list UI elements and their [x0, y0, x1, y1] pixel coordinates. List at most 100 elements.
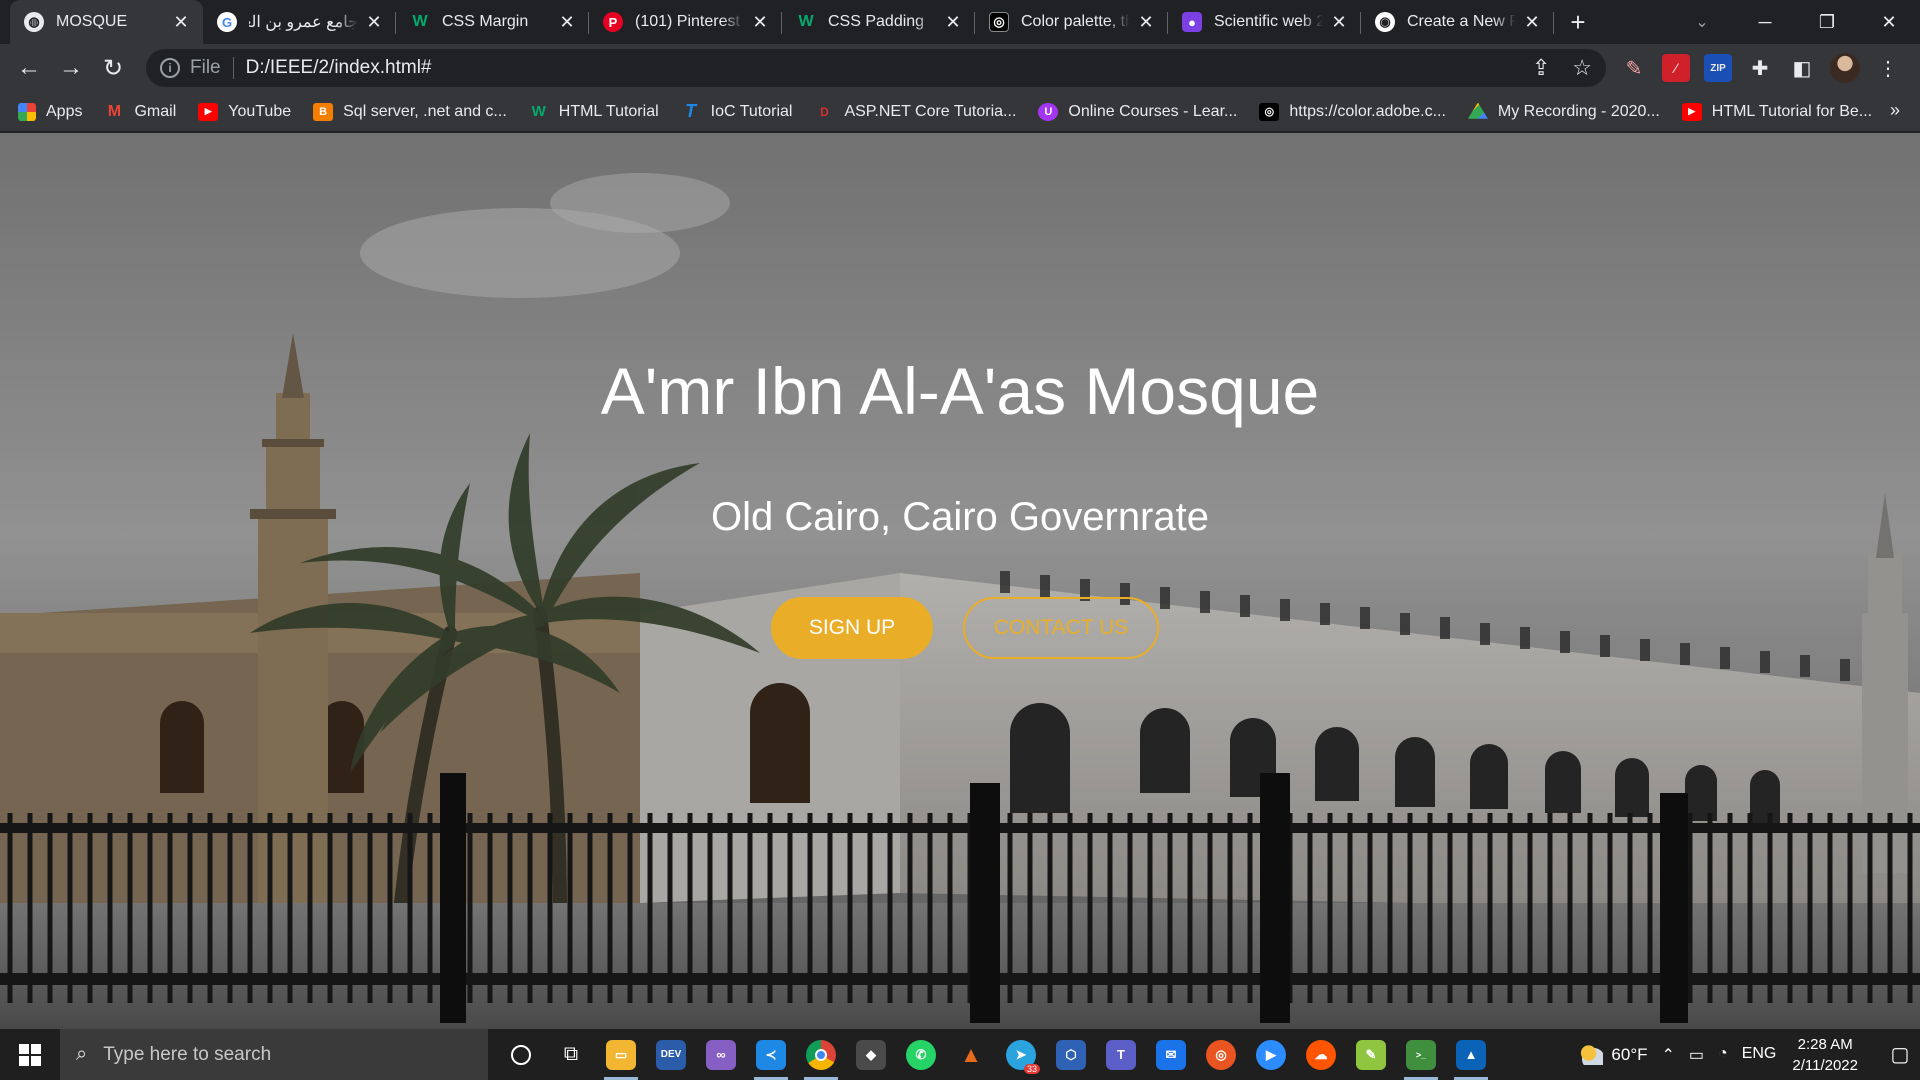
tutorialsteacher-icon: T: [685, 101, 697, 121]
minimize-icon[interactable]: ─: [1734, 0, 1796, 44]
visual-studio-icon[interactable]: ∞: [696, 1029, 746, 1080]
windows-start-icon[interactable]: [0, 1029, 60, 1080]
close-icon[interactable]: ✕: [1522, 12, 1542, 33]
bookmark-html-tutorial[interactable]: W HTML Tutorial: [529, 103, 659, 121]
close-icon[interactable]: ✕: [750, 12, 770, 33]
zoom-icon[interactable]: ▶: [1246, 1029, 1296, 1080]
bookmark-gmail[interactable]: M Gmail: [104, 103, 176, 121]
adobe-color-icon: ◎: [989, 12, 1009, 32]
mail-icon[interactable]: ✉: [1146, 1029, 1196, 1080]
close-icon[interactable]: ✕: [1329, 12, 1349, 33]
photos-icon[interactable]: ▲: [1446, 1029, 1496, 1080]
ubuntu-icon[interactable]: ◎: [1196, 1029, 1246, 1080]
bookmark-aspnet-core[interactable]: D ASP.NET Core Tutoria...: [814, 103, 1016, 121]
web-page-viewport: A'mr Ibn Al-A'as Mosque Old Cairo, Cairo…: [0, 133, 1920, 1029]
matlab-icon[interactable]: ▲: [946, 1029, 996, 1080]
reload-icon[interactable]: ↻: [92, 47, 134, 89]
zip-extension-icon[interactable]: ZIP: [1704, 54, 1732, 82]
notepad-plus-icon[interactable]: ✎: [1346, 1029, 1396, 1080]
bookmarks-overflow-icon[interactable]: »: [1890, 100, 1900, 121]
bookmark-online-courses[interactable]: U Online Courses - Lear...: [1038, 102, 1238, 121]
contact-us-button[interactable]: CONTACT US: [963, 597, 1159, 659]
eyedropper-extension-icon[interactable]: ✎: [1620, 54, 1648, 82]
tab-github-new-repo[interactable]: ◉ Create a New Repository ✕: [1361, 0, 1554, 44]
devcpp-icon[interactable]: DEV: [646, 1029, 696, 1080]
battery-icon[interactable]: ▭: [1689, 1045, 1704, 1065]
tab-color-palette[interactable]: ◎ Color palette, theme ✕: [975, 0, 1168, 44]
tab-google-search[interactable]: G جامع عمرو بن العاص ✕: [203, 0, 396, 44]
partly-cloudy-icon: [1579, 1044, 1604, 1065]
tab-scientific-web[interactable]: ● Scientific web 2022 ✕: [1168, 0, 1361, 44]
virtualbox-icon[interactable]: ⬡: [1046, 1029, 1096, 1080]
tab-css-margin[interactable]: W CSS Margin ✕: [396, 0, 589, 44]
task-view-icon[interactable]: ⧉: [546, 1029, 596, 1080]
inkscape-icon[interactable]: ◆: [846, 1029, 896, 1080]
bookmark-label: Apps: [46, 102, 83, 120]
bookmark-label: Online Courses - Lear...: [1068, 102, 1238, 120]
weather-widget[interactable]: 60°F: [1579, 1044, 1648, 1065]
forward-icon[interactable]: →: [50, 47, 92, 89]
restore-icon[interactable]: ❐: [1796, 0, 1858, 44]
close-icon[interactable]: ✕: [943, 12, 963, 33]
apps-grid-icon: [18, 102, 36, 121]
bookmark-label: YouTube: [228, 102, 292, 120]
back-icon[interactable]: ←: [8, 47, 50, 89]
chevron-up-icon[interactable]: ⌃: [1662, 1045, 1675, 1065]
notification-center-icon[interactable]: ▢: [1880, 1042, 1920, 1067]
adobe-color-icon: ◎: [1259, 102, 1280, 121]
bookmark-youtube[interactable]: ▶ YouTube: [198, 102, 292, 121]
bookmark-sql-server[interactable]: B Sql server, .net and c...: [313, 102, 507, 121]
new-tab-button[interactable]: +: [1558, 0, 1598, 44]
w3schools-icon: W: [412, 13, 428, 30]
terminal-icon[interactable]: >_: [1396, 1029, 1446, 1080]
url-text[interactable]: D:/IEEE/2/index.html#: [246, 57, 432, 79]
clock[interactable]: 2:28 AM 2/11/2022: [1792, 1034, 1858, 1076]
cortana-icon[interactable]: [496, 1029, 546, 1080]
soundcloud-icon[interactable]: ☁: [1296, 1029, 1346, 1080]
info-icon[interactable]: i: [160, 58, 180, 78]
close-icon[interactable]: ✕: [171, 12, 191, 33]
tab-title: Create a New Repository: [1407, 13, 1516, 30]
sign-up-button[interactable]: SIGN UP: [771, 597, 933, 659]
bookmark-html-tutorial-beginners[interactable]: ▶ HTML Tutorial for Be...: [1681, 102, 1872, 121]
vscode-icon[interactable]: ≺: [746, 1029, 796, 1080]
browser-toolbar: ← → ↻ i File D:/IEEE/2/index.html# ⇪ ☆ ✎…: [0, 44, 1920, 92]
side-panel-icon[interactable]: ◧: [1788, 54, 1816, 82]
colorzilla-extension-icon[interactable]: ⁄: [1662, 54, 1690, 82]
gmail-icon: M: [107, 102, 122, 120]
tab-search-icon[interactable]: ⌄: [1679, 0, 1725, 44]
whatsapp-icon[interactable]: ✆: [896, 1029, 946, 1080]
wifi-icon[interactable]: ◔: [1718, 1045, 1728, 1065]
bookmark-label: ASP.NET Core Tutoria...: [844, 102, 1017, 120]
extensions-area: ✎ ⁄ ZIP ✚ ◧ ⋮: [1620, 44, 1902, 92]
pinterest-icon: P: [603, 12, 623, 32]
forms-icon: ●: [1182, 12, 1202, 32]
profile-avatar[interactable]: [1830, 53, 1860, 83]
bookmark-star-icon[interactable]: ☆: [1572, 55, 1592, 81]
extensions-puzzle-icon[interactable]: ✚: [1746, 54, 1774, 82]
bookmark-my-recording[interactable]: My Recording - 2020...: [1467, 102, 1660, 121]
bookmark-label: My Recording - 2020...: [1497, 102, 1660, 120]
tab-mosque[interactable]: ◍ MOSQUE ✕: [10, 0, 203, 44]
close-icon[interactable]: ✕: [364, 12, 384, 33]
file-explorer-icon[interactable]: ▭: [596, 1029, 646, 1080]
address-bar[interactable]: i File D:/IEEE/2/index.html# ⇪ ☆: [146, 49, 1606, 87]
close-icon[interactable]: ✕: [1136, 12, 1156, 33]
teams-icon[interactable]: T: [1096, 1029, 1146, 1080]
language-indicator[interactable]: ENG: [1742, 1045, 1777, 1065]
chrome-icon[interactable]: [796, 1029, 846, 1080]
menu-kebab-icon[interactable]: ⋮: [1874, 54, 1902, 82]
bookmark-ioc-tutorial[interactable]: T IoC Tutorial: [681, 101, 792, 121]
tab-css-padding[interactable]: W CSS Padding ✕: [782, 0, 975, 44]
weather-temperature: 60°F: [1611, 1044, 1648, 1064]
telegram-icon[interactable]: ➤ 33: [996, 1029, 1046, 1080]
share-icon[interactable]: ⇪: [1532, 55, 1550, 81]
tab-title: Color palette, theme: [1021, 13, 1130, 30]
bookmark-apps[interactable]: Apps: [18, 102, 83, 121]
close-icon[interactable]: ✕: [557, 12, 577, 33]
taskbar-search-box[interactable]: ⌕ Type here to search: [60, 1029, 488, 1080]
bookmark-adobe-color[interactable]: ◎ https://color.adobe.c...: [1259, 102, 1446, 121]
tab-pinterest[interactable]: P (101) Pinterest ✕: [589, 0, 782, 44]
close-window-icon[interactable]: ✕: [1858, 0, 1920, 44]
taskbar-apps: ⧉ ▭ DEV ∞ ≺ ◆ ✆ ▲ ➤ 33 ⬡ T ✉ ◎ ▶ ☁ ✎ >_ ▲: [496, 1029, 1496, 1080]
